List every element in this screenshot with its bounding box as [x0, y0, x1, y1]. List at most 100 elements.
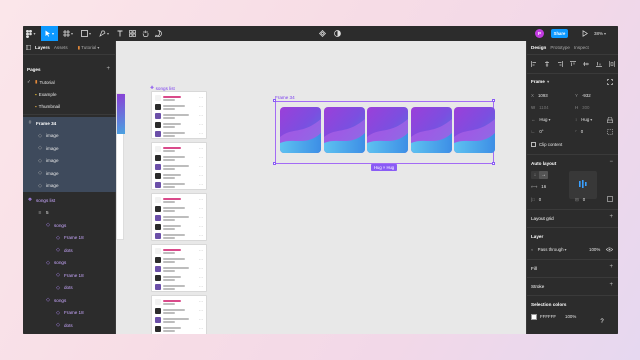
alignment-grid[interactable] [569, 171, 597, 199]
more-dots-icon[interactable]: ⋯ [199, 96, 203, 100]
help-button[interactable]: ? [596, 316, 608, 328]
shape-tool-button[interactable]: ▾ [79, 26, 93, 41]
layer-dots[interactable]: ◇ dots [23, 244, 116, 257]
theme-toggle-button[interactable] [332, 26, 342, 41]
frame-tool-button[interactable]: ▾ [61, 26, 75, 41]
image-tile[interactable] [323, 107, 365, 153]
more-dots-icon[interactable]: ⋯ [199, 300, 203, 304]
layer-songs[interactable]: ◇ songs [23, 257, 116, 270]
resize-handle[interactable] [273, 99, 276, 102]
more-dots-icon[interactable]: ⋯ [199, 276, 203, 280]
present-button[interactable] [580, 26, 590, 41]
width-mode-dropdown[interactable]: ↔ Hug ▾ [531, 116, 550, 123]
layer-image[interactable]: ◇ image [23, 167, 116, 180]
songs-card[interactable]: ⋯⋯⋯⋯⋯ [151, 295, 207, 334]
pen-tool-button[interactable]: ▾ [97, 26, 111, 41]
move-tool-button[interactable]: ▾ [41, 26, 58, 41]
tab-prototype[interactable]: Prototype [550, 45, 570, 50]
y-field[interactable]: Y -932 [575, 92, 591, 99]
image-tile[interactable] [280, 107, 321, 153]
main-menu-button[interactable]: ▾ [23, 26, 39, 41]
more-dots-icon[interactable]: ⋯ [199, 285, 203, 289]
more-dots-icon[interactable]: ⋯ [199, 147, 203, 151]
layer-frame-18[interactable]: ◇ Frame 18 [23, 232, 116, 245]
more-dots-icon[interactable]: ⋯ [199, 234, 203, 238]
layer-dots[interactable]: ◇ dots [23, 319, 116, 332]
more-dots-icon[interactable]: ⋯ [199, 165, 203, 169]
height-mode-dropdown[interactable]: ↕ Hug ▾ [575, 116, 592, 123]
gap-field[interactable]: ⟷ 16 [531, 183, 546, 190]
arrow-right-icon[interactable]: → [539, 171, 548, 179]
more-dots-icon[interactable]: ⋯ [199, 318, 203, 322]
phone-mockup-partial[interactable] [116, 93, 125, 240]
frame-34-label[interactable]: Frame 34 [275, 95, 295, 100]
layer-songs[interactable]: ◇ songs [23, 219, 116, 232]
resources-button[interactable] [127, 26, 137, 41]
more-dots-icon[interactable]: ⋯ [199, 216, 203, 220]
layer-frame-18[interactable]: ◇ Frame 18 [23, 307, 116, 320]
more-dots-icon[interactable]: ⋯ [199, 309, 203, 313]
more-dots-icon[interactable]: ⋯ [199, 207, 203, 211]
more-dots-icon[interactable]: ⋯ [199, 114, 203, 118]
individual-padding-icon[interactable] [607, 196, 613, 202]
clip-content-checkbox[interactable]: Clip content [531, 141, 562, 148]
corner-radius-field[interactable]: ◜ 0 [575, 128, 583, 135]
layer-image[interactable]: ◇ image [23, 142, 116, 155]
layer-image[interactable]: ◇ image [23, 154, 116, 167]
songs-card[interactable]: ⋯⋯⋯⋯⋯ [151, 193, 207, 241]
resize-handle[interactable] [492, 162, 495, 165]
text-tool-button[interactable] [115, 26, 125, 41]
rotation-field[interactable]: ∟ 0° [531, 128, 544, 135]
image-tile[interactable] [454, 107, 495, 153]
height-field[interactable]: H 300 [575, 104, 590, 111]
more-dots-icon[interactable]: ⋯ [199, 123, 203, 127]
page-switcher[interactable]: ▮ Tutorial ▾ [78, 45, 100, 51]
align-center-h-icon[interactable] [544, 61, 550, 67]
add-stroke-icon[interactable]: + [609, 282, 613, 288]
add-page-icon[interactable]: + [106, 66, 110, 72]
tab-inspect[interactable]: Inspect [574, 45, 589, 50]
align-right-icon[interactable] [557, 61, 563, 67]
layer-frame-34[interactable]: # Frame 34 [23, 117, 116, 130]
hand-tool-button[interactable] [140, 26, 150, 41]
songs-card[interactable]: ⋯⋯⋯⋯⋯ [151, 244, 207, 292]
more-dots-icon[interactable]: ⋯ [199, 258, 203, 262]
remove-auto-layout-icon[interactable]: − [609, 159, 613, 165]
independent-corners-icon[interactable] [607, 129, 613, 135]
distribute-icon[interactable] [609, 61, 615, 67]
more-dots-icon[interactable]: ⋯ [199, 327, 203, 331]
tab-design[interactable]: Design [531, 45, 546, 50]
frame-section-title[interactable]: Frame ▾ [531, 79, 549, 84]
comment-tool-button[interactable] [153, 26, 163, 41]
more-dots-icon[interactable]: ⋯ [199, 132, 203, 136]
padding-vertical-field[interactable]: ⊟ 0 [575, 196, 585, 203]
selection-color-opacity[interactable]: 100% [565, 313, 576, 320]
more-dots-icon[interactable]: ⋯ [199, 249, 203, 253]
selection-color-row[interactable]: FFFFFF [531, 313, 556, 320]
layer-dots[interactable]: ◇ dots [23, 282, 116, 295]
tab-layers[interactable]: Layers [35, 45, 50, 50]
share-button[interactable]: Share [551, 29, 568, 38]
avatar[interactable]: P [535, 29, 544, 38]
constrain-proportions-icon[interactable] [607, 117, 613, 123]
add-layout-grid-icon[interactable]: + [609, 214, 613, 220]
songs-card[interactable]: ⋯⋯⋯⋯⋯ [151, 142, 207, 190]
songs-card[interactable]: ⋯ ⋯ ⋯ ⋯ ⋯ [151, 91, 207, 139]
layer-5[interactable]: ≡ 5 [23, 207, 116, 220]
layers-sidebar-icon[interactable] [26, 45, 31, 50]
add-fill-icon[interactable]: + [609, 264, 613, 270]
layer-image[interactable]: ◇ image [23, 179, 116, 192]
more-dots-icon[interactable]: ⋯ [199, 225, 203, 229]
width-field[interactable]: W 1104 [531, 104, 549, 111]
page-item-thumbnail[interactable]: ▪ Thumbnail [23, 100, 116, 113]
align-middle-icon[interactable] [583, 61, 589, 67]
tab-assets[interactable]: Assets [54, 45, 68, 50]
more-dots-icon[interactable]: ⋯ [199, 105, 203, 109]
resize-handle[interactable] [492, 99, 495, 102]
components-button[interactable] [317, 26, 327, 41]
resize-handle[interactable] [273, 162, 276, 165]
align-top-icon[interactable] [570, 61, 576, 67]
more-dots-icon[interactable]: ⋯ [199, 174, 203, 178]
frame-34[interactable] [275, 101, 495, 164]
songs-list-component[interactable]: ⋯⋯⋯⋯⋯⋯⋯⋯⋯⋯⋯⋯⋯⋯⋯⋯⋯⋯⋯⋯⋯⋯⋯⋯⋯ [151, 91, 207, 334]
